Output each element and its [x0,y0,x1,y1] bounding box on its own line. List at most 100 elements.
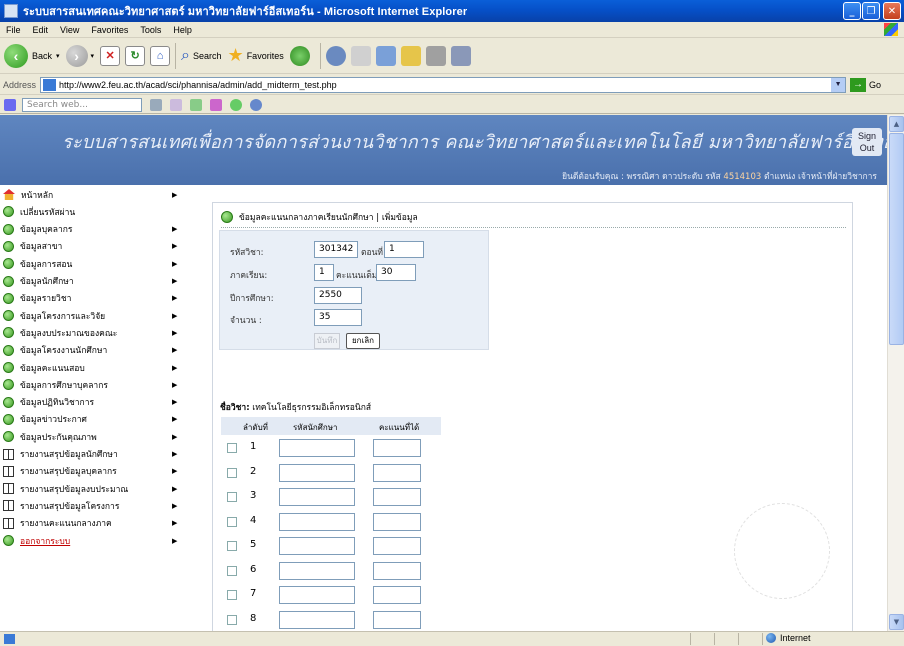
sidebar-item-2[interactable]: ข้อมูลบุคลากร ▶ [0,221,183,238]
sidebar-item-3[interactable]: ข้อมูลสาขา ▶ [0,238,183,255]
mail-icon[interactable] [350,45,371,66]
sidebar-item-6[interactable]: ข้อมูลรายวิชา ▶ [0,290,183,307]
chevron-right-icon: ▶ [172,363,178,372]
sidebar-item-5[interactable]: ข้อมูลนักศึกษา ▶ [0,273,183,290]
address-field[interactable]: http://www2.feu.ac.th/acad/sci/phannisa/… [40,76,847,93]
back-button[interactable]: ‹ Back ▾ [4,43,60,68]
scroll-thumb[interactable] [889,133,904,345]
score-input[interactable] [373,586,421,604]
go-button[interactable]: → Go [850,77,881,92]
sidebar-item-7[interactable]: ข้อมูลโครงการและวิจัย ▶ [0,307,183,324]
sidebar-item-16[interactable]: รายงานสรุปข้อมูลบุคลากร ▶ [0,463,183,480]
chevron-down-icon[interactable]: ▼ [831,77,846,92]
student-id-input[interactable] [279,439,355,457]
search-go-icon[interactable] [150,98,162,111]
row-checkbox[interactable] [227,516,237,527]
chevron-down-icon: ▾ [56,52,60,60]
row-number: 2 [250,465,257,477]
address-bar: Address http://www2.feu.ac.th/acad/sci/p… [0,75,904,95]
sign-out-button[interactable]: Sign Out [852,128,882,156]
score-input[interactable] [373,512,421,531]
row-checkbox[interactable] [227,590,237,600]
course-code-field[interactable]: 301342 [314,241,358,258]
sidebar-item-20[interactable]: ออกจากระบบ ▶ [0,532,183,549]
stop-icon[interactable]: ✕ [100,45,121,66]
student-id-input[interactable] [279,537,355,555]
row-checkbox[interactable] [227,614,237,625]
sidebar-item-1[interactable]: เปลี่ยนรหัสผ่าน [0,203,183,220]
refresh-icon[interactable]: ↻ [125,45,146,66]
row-checkbox[interactable] [227,467,237,478]
sidebar-item-4[interactable]: ข้อมูลการสอน ▶ [0,255,183,272]
menu-help[interactable]: Help [167,25,198,35]
highlight-icon[interactable] [170,98,182,111]
history-icon[interactable] [325,45,346,66]
score-input[interactable] [373,537,421,555]
row-checkbox[interactable] [227,541,237,551]
favorites-label: Favorites [246,50,284,61]
vertical-scrollbar[interactable]: ▲ ▼ [887,115,904,631]
search-web-input[interactable]: Search web... [22,97,142,112]
score-input[interactable] [373,463,421,482]
sidebar-item-15[interactable]: รายงานสรุปข้อมูลนักศึกษา ▶ [0,446,183,463]
semester-field[interactable]: 1 [314,264,334,281]
scroll-up-icon[interactable]: ▲ [889,116,904,132]
student-id-input[interactable] [279,561,355,580]
student-id-input[interactable] [279,610,355,629]
media-icon[interactable] [289,45,310,66]
minimize-button[interactable]: _ [843,2,861,20]
help-icon[interactable] [250,98,262,111]
print-icon[interactable] [375,45,396,66]
menu-view[interactable]: View [54,25,85,35]
folder-icon[interactable] [400,45,421,66]
research-icon[interactable] [425,45,446,66]
student-id-input[interactable] [279,488,355,506]
messenger-icon[interactable] [450,45,471,66]
student-id-input[interactable] [279,512,355,531]
student-id-input[interactable] [279,463,355,482]
settings-icon[interactable] [230,98,242,111]
sidebar-item-0[interactable]: หน้าหลัก ▶ [0,186,183,203]
score-input[interactable] [373,610,421,629]
circle-icon [3,535,14,546]
favorites-button[interactable]: ★ Favorites [228,45,284,66]
sidebar-item-13[interactable]: ข้อมูลข่าวประกาศ ▶ [0,411,183,428]
save-button[interactable]: บันทึก [314,333,340,349]
menu-edit[interactable]: Edit [27,25,55,35]
sidebar-item-11[interactable]: ข้อมูลการศึกษาบุคลากร ▶ [0,376,183,393]
search-provider-icon[interactable] [4,99,16,111]
scroll-down-icon[interactable]: ▼ [889,614,904,630]
menu-file[interactable]: File [0,25,27,35]
window-title-bar[interactable]: ระบบสารสนเทศคณะวิทยาศาสตร์ มหาวิทยาลัยฟา… [0,0,904,22]
score-input[interactable] [373,488,421,506]
news-icon[interactable] [190,98,202,111]
sidebar-item-19[interactable]: รายงานคะแนนกลางภาค ▶ [0,515,183,532]
menu-favorites[interactable]: Favorites [85,25,134,35]
score-input[interactable] [373,439,421,457]
messenger-icon[interactable] [210,98,222,111]
sidebar-item-17[interactable]: รายงานสรุปข้อมูลงบประมาณ ▶ [0,480,183,497]
student-id-input[interactable] [279,586,355,604]
sidebar-item-14[interactable]: ข้อมูลประกันคุณภาพ ▶ [0,428,183,445]
search-icon: ⌕ [181,46,191,64]
row-checkbox[interactable] [227,443,237,453]
score-input[interactable] [373,561,421,580]
maximize-button[interactable]: ❐ [862,2,880,20]
sidebar-item-12[interactable]: ข้อมูลปฏิทินวิชาการ ▶ [0,394,183,411]
sidebar-item-10[interactable]: ข้อมูลคะแนนสอบ ▶ [0,359,183,376]
close-button[interactable]: ✕ [883,2,901,20]
sidebar-item-9[interactable]: ข้อมูลโครงงานนักศึกษา ▶ [0,342,183,359]
row-checkbox[interactable] [227,565,237,576]
count-field[interactable]: 35 [314,309,362,326]
sidebar-item-18[interactable]: รายงานสรุปข้อมูลโครงการ ▶ [0,497,183,514]
row-checkbox[interactable] [227,492,237,502]
sidebar-item-8[interactable]: ข้อมูลงบประมาณของคณะ ▶ [0,324,183,341]
home-icon[interactable]: ⌂ [150,45,171,66]
year-field[interactable]: 2550 [314,287,362,304]
forward-button[interactable]: › ▾ [65,44,94,67]
menu-tools[interactable]: Tools [134,25,167,35]
search-button[interactable]: ⌕ Search [181,47,222,65]
section-field[interactable]: 1 [384,241,424,258]
full-score-field[interactable]: 30 [376,264,416,281]
cancel-button[interactable]: ยกเลิก [346,333,380,349]
